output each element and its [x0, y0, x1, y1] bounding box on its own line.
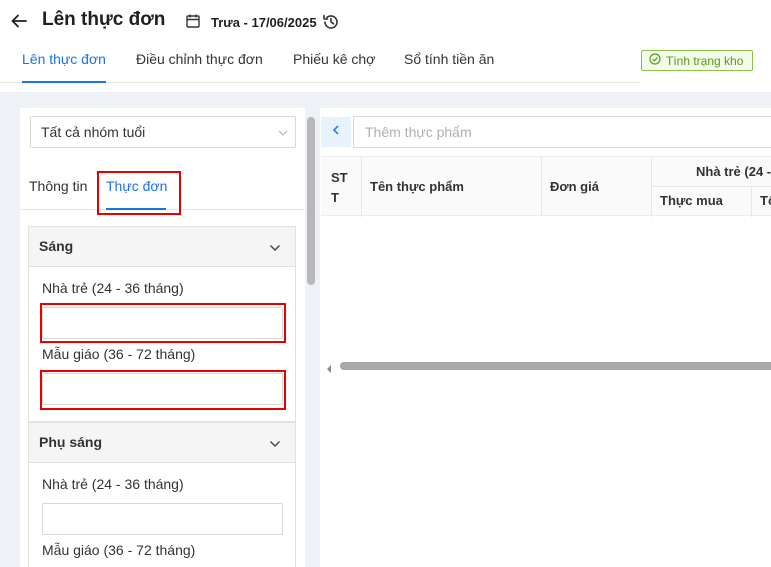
main-tabs: Lên thực đơn Điều chỉnh thực đơn Phiếu k… — [0, 44, 640, 83]
section-sang-header[interactable]: Sáng — [29, 227, 295, 267]
section-phu-sang-title: Phụ sáng — [39, 434, 103, 450]
section-sang-title: Sáng — [39, 238, 74, 254]
tab-dieu-chinh-thuc-don[interactable]: Điều chỉnh thực đơn — [136, 51, 263, 67]
field-label-nha-tre: Nhà trẻ (24 - 36 tháng) — [42, 476, 184, 492]
divider — [651, 186, 771, 187]
add-food-input[interactable]: Thêm thực phẩm — [353, 116, 771, 148]
section-phu-sang-header[interactable]: Phụ sáng — [29, 423, 295, 463]
meal-date-label[interactable]: Trưa - 17/06/2025 — [211, 15, 317, 30]
food-table-header: ST T Tên thực phẩm Đơn giá Nhà trẻ (24 -… — [321, 156, 771, 217]
subtab-thong-tin[interactable]: Thông tin — [29, 178, 87, 194]
divider — [361, 157, 362, 217]
chevron-left-icon — [330, 123, 342, 141]
check-circle-icon — [649, 53, 661, 68]
active-tab-indicator — [22, 81, 106, 83]
section-phu-sang: Phụ sáng Nhà trẻ (24 - 36 tháng) Mẫu giá… — [28, 422, 296, 567]
table-horizontal-scrollbar[interactable] — [340, 362, 771, 370]
highlight-box-subtab — [97, 171, 181, 215]
stock-status-label: Tình trạng kho — [666, 53, 744, 68]
highlight-box-sang-nha-tre — [40, 303, 286, 343]
col-header-ten-thuc-pham: Tên thực phẩm — [370, 179, 464, 194]
history-icon[interactable] — [321, 12, 341, 32]
collapse-panel-button[interactable] — [321, 117, 351, 147]
left-panel-scrollbar[interactable] — [307, 117, 315, 285]
tab-phieu-ke-cho[interactable]: Phiếu kê chợ — [293, 51, 375, 67]
calendar-icon — [185, 13, 201, 29]
divider — [541, 157, 542, 217]
col-header-stt: ST T — [331, 170, 348, 205]
chevron-down-icon — [269, 241, 281, 259]
age-group-select[interactable]: Tất cả nhóm tuổi — [30, 116, 296, 148]
col-header-tong: Tổ — [760, 193, 771, 208]
age-group-value: Tất cả nhóm tuổi — [41, 124, 146, 140]
scroll-left-icon[interactable] — [325, 361, 333, 379]
food-table-panel: Thêm thực phẩm ST T Tên thực phẩm Đơn gi… — [320, 108, 771, 567]
divider — [651, 157, 652, 217]
chevron-down-icon — [269, 437, 281, 455]
col-header-thuc-mua: Thực mua — [660, 193, 723, 208]
field-label-mau-giao: Mẫu giáo (36 - 72 tháng) — [42, 542, 196, 558]
back-arrow-icon[interactable] — [8, 10, 30, 32]
tab-len-thuc-don[interactable]: Lên thực đơn — [22, 51, 106, 67]
col-header-don-gia: Đơn giá — [550, 179, 599, 194]
tab-so-tinh-tien-an[interactable]: Sổ tính tiền ăn — [404, 51, 494, 67]
chevron-down-icon — [277, 126, 289, 142]
page-title: Lên thực đơn — [42, 9, 166, 30]
page-header: Lên thực đơn Trưa - 17/06/2025 — [0, 0, 771, 44]
menu-left-panel: Tất cả nhóm tuổi Thông tin Thực đơn Sáng… — [20, 108, 305, 567]
highlight-box-sang-mau-giao — [40, 370, 286, 410]
divider — [751, 186, 752, 217]
phu-sang-nha-tre-input[interactable] — [42, 503, 283, 535]
stock-status-button[interactable]: Tình trạng kho — [641, 50, 753, 71]
field-label-nha-tre: Nhà trẻ (24 - 36 tháng) — [42, 280, 184, 296]
col-group-nha-tre: Nhà trẻ (24 - — [696, 164, 771, 179]
field-label-mau-giao: Mẫu giáo (36 - 72 tháng) — [42, 346, 196, 362]
